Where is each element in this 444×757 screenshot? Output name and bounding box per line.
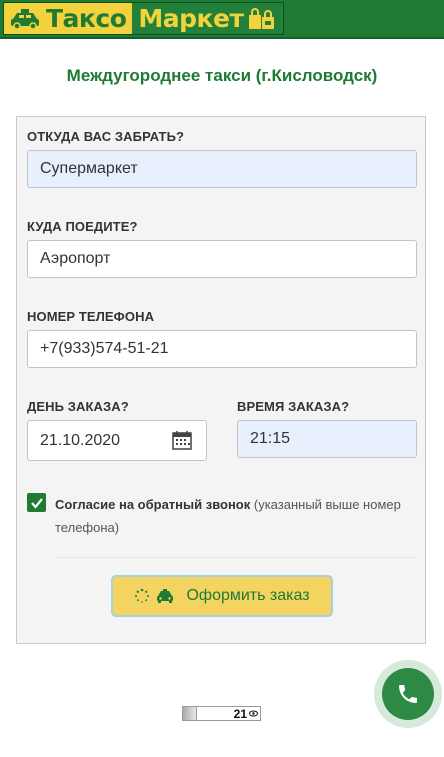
logo-word-market: Маркет: [138, 4, 244, 33]
submit-order-label: Оформить заказ: [186, 587, 310, 604]
checkmark-icon: [30, 497, 43, 509]
phone-label: НОМЕР ТЕЛЕФОНА: [27, 309, 155, 324]
date-label: ДЕНЬ ЗАКАЗА?: [27, 399, 129, 414]
shopping-bags-icon: [249, 7, 275, 29]
eye-icon: [249, 710, 258, 717]
counter-graph-icon: [183, 707, 197, 720]
from-label: ОТКУДА ВАС ЗАБРАТЬ?: [27, 129, 185, 144]
counter-value: 21: [233, 706, 247, 721]
order-form: ОТКУДА ВАС ЗАБРАТЬ? Супермаркет КУДА ПОЕ…: [16, 116, 426, 644]
time-input-value: 21:15: [250, 430, 291, 447]
call-button[interactable]: [374, 660, 442, 728]
time-label: ВРЕМЯ ЗАКАЗА?: [237, 399, 350, 414]
to-input-value: Аэропорт: [40, 250, 111, 267]
divider: [57, 557, 415, 558]
to-label: КУДА ПОЕДИТЕ?: [27, 219, 138, 234]
date-input[interactable]: 21.10.2020: [27, 420, 207, 461]
calendar-icon[interactable]: [172, 430, 192, 450]
date-input-value: 21.10.2020: [40, 431, 121, 449]
page-title: Междугороднее такси (г.Кисловодск): [66, 66, 378, 85]
phone-input[interactable]: +7(933)574-51-21: [27, 330, 417, 368]
call-button-inner: [382, 668, 434, 720]
to-input[interactable]: Аэропорт: [27, 240, 417, 278]
phone-input-value: +7(933)574-51-21: [40, 340, 169, 357]
from-input-value: Супермаркет: [40, 160, 138, 177]
taxi-car-icon: [11, 8, 39, 30]
consent-label[interactable]: Согласие на обратный звонок (указанный в…: [55, 493, 415, 539]
consent-checkbox[interactable]: [27, 493, 46, 512]
top-bar: Таксо Маркет: [0, 0, 444, 39]
consent-label-bold: Согласие на обратный звонок: [55, 497, 251, 512]
taxi-icon: [157, 589, 174, 603]
from-input[interactable]: Супермаркет: [27, 150, 417, 188]
phone-icon: [399, 685, 417, 703]
logo-taxo-part: Таксо: [4, 3, 133, 34]
spinner-icon: [135, 588, 150, 603]
logo-word-taxo: Таксо: [46, 4, 127, 33]
logo-market-part: Маркет: [132, 3, 284, 34]
time-input[interactable]: 21:15: [237, 420, 417, 458]
visitor-counter[interactable]: 21: [182, 706, 261, 721]
submit-order-button[interactable]: Оформить заказ: [111, 575, 333, 617]
site-logo[interactable]: Таксо Маркет: [3, 2, 285, 35]
